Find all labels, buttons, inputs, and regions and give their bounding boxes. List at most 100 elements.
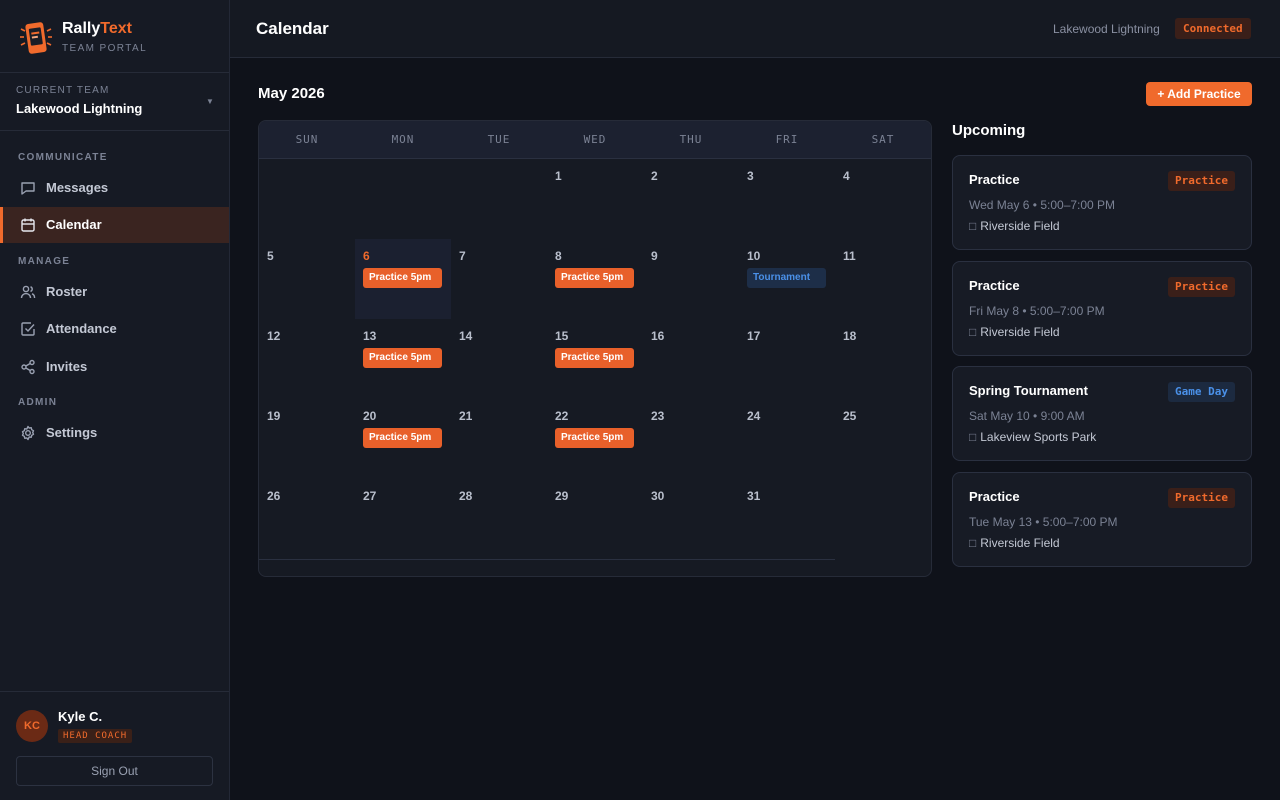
brand-subtitle: TEAM PORTAL [62,43,148,54]
calendar-day-18[interactable]: 18 [835,319,931,400]
calendar-day-28[interactable]: 28 [451,479,548,560]
calendar-day-8[interactable]: 8 Practice 5pm [547,239,644,320]
calendar-day-7[interactable]: 7 [451,239,548,320]
calendar-day-23[interactable]: 23 [643,399,740,480]
upcoming-title: Upcoming [952,122,1026,139]
calendar-day-6[interactable]: 6 Practice 5pm [355,239,452,320]
calendar-day-21[interactable]: 21 [451,399,548,480]
day-number: 29 [555,489,569,503]
day-number: 15 [555,329,569,343]
brand-name: RallyText [62,20,132,38]
calendar-day-4[interactable]: 4 [835,159,931,240]
calendar-day-19[interactable]: 19 [259,399,356,480]
upcoming-event-card[interactable]: Practice Practice Wed May 6 • 5:00–7:00 PM… [952,155,1252,250]
calendar-day-empty [355,159,452,240]
weekday-header: MON [391,133,415,146]
sidebar-item-calendar[interactable]: Calendar [0,207,229,243]
weekday-header: FRI [775,133,799,146]
calendar-day-2[interactable]: 2 [643,159,740,240]
calendar-day-3[interactable]: 3 [739,159,836,240]
sidebar-item-invites[interactable]: Invites [0,349,229,385]
check-square-icon [21,322,35,336]
day-number: 11 [843,249,856,263]
calendar-event-practice[interactable]: Practice 5pm [555,348,634,368]
brand-name-primary: Rally [62,20,101,37]
location-pin-icon: □ [969,219,977,233]
calendar-day-empty [835,479,931,560]
sidebar-item-label: Messages [46,180,109,195]
event-type-badge: Practice [1168,276,1235,297]
calendar-event-practice[interactable]: Practice 5pm [363,428,442,448]
sidebar-item-label: Settings [46,425,98,440]
user-role-badge: HEAD COACH [58,729,133,743]
calendar-day-30[interactable]: 30 [643,479,740,560]
sign-out-button[interactable]: Sign Out [16,756,213,786]
sidebar-item-label: Calendar [46,217,102,232]
avatar: KC [16,710,48,742]
day-number: 1 [555,169,562,183]
day-number: 22 [555,409,569,423]
brand: RallyText TEAM PORTAL [0,0,229,73]
calendar-event-game[interactable]: Tournament [747,268,826,288]
calendar-event-practice[interactable]: Practice 5pm [555,268,634,288]
day-number: 13 [363,329,377,343]
calendar-day-11[interactable]: 11 [835,239,931,320]
event-title: Practice [969,488,1020,504]
calendar-day-1[interactable]: 1 [547,159,644,240]
calendar-day-9[interactable]: 9 [643,239,740,320]
day-number: 14 [459,329,473,343]
calendar-day-26[interactable]: 26 [259,479,356,560]
upcoming-event-card[interactable]: Practice Practice Tue May 13 • 5:00–7:00 P… [952,471,1252,567]
calendar-day-15[interactable]: 15 Practice 5pm [547,319,644,400]
team-switcher-label: CURRENT TEAM [16,85,110,96]
chevron-down-icon: ▼ [206,97,214,106]
sidebar-item-label: Roster [46,284,88,299]
day-number: 30 [651,489,665,503]
event-location: □ Riverside Field [969,219,1060,233]
calendar-day-20[interactable]: 20 Practice 5pm [355,399,452,480]
event-type-badge: Game Day [1168,382,1235,402]
calendar-day-12[interactable]: 12 [259,319,356,400]
event-location: □ Lakeview Sports Park [969,430,1096,444]
day-number: 20 [363,409,377,423]
calendar-day-13[interactable]: 13 Practice 5pm [355,319,452,400]
calendar-day-empty [451,159,548,240]
add-practice-button[interactable]: + Add Practice [1146,82,1252,106]
page-title: Calendar [256,19,329,38]
event-location-text: Lakeview Sports Park [980,430,1097,444]
location-pin-icon: □ [969,430,977,444]
calendar-day-29[interactable]: 29 [547,479,644,560]
upcoming-event-card[interactable]: Spring Tournament Game Day Sat May 10 • 9:… [952,366,1252,461]
upcoming-event-card[interactable]: Practice Practice Fri May 8 • 5:00–7:00 PM… [952,260,1252,356]
calendar-day-31[interactable]: 31 [739,479,836,560]
day-number: 5 [267,249,274,263]
calendar-day-24[interactable]: 24 [739,399,836,480]
user-profile: KC Kyle C. HEAD COACH Sign Out [0,691,229,800]
calendar-day-27[interactable]: 27 [355,479,452,560]
calendar-event-practice[interactable]: Practice 5pm [555,428,634,448]
sidebar-item-roster[interactable]: Roster [0,274,229,310]
calendar-day-16[interactable]: 16 [643,319,740,400]
day-number: 9 [651,249,658,263]
calendar-weekday-header: SUN MON TUE WED THU FRI SAT [259,121,931,159]
team-switcher[interactable]: CURRENT TEAM Lakewood Lightning ▼ [0,73,229,131]
sidebar-item-settings[interactable]: Settings [0,415,229,451]
calendar-day-25[interactable]: 25 [835,399,931,480]
event-title: Spring Tournament [969,383,1088,398]
event-location-text: Riverside Field [980,219,1060,233]
calendar-event-practice[interactable]: Practice 5pm [363,348,442,368]
top-bar: Calendar Lakewood Lightning Connected [230,0,1280,58]
calendar-day-14[interactable]: 14 [451,319,548,400]
calendar-day-22[interactable]: 22 Practice 5pm [547,399,644,480]
calendar-day-17[interactable]: 17 [739,319,836,400]
calendar-day-empty [259,159,356,240]
day-number: 3 [747,169,754,183]
calendar-day-5[interactable]: 5 [259,239,356,320]
calendar-day-10[interactable]: 10 Tournament [739,239,836,320]
users-icon [20,285,36,299]
nav-section-communicate: COMMUNICATE [18,152,108,163]
sidebar-item-attendance[interactable]: Attendance [0,311,229,347]
calendar-event-practice[interactable]: Practice 5pm [363,268,442,288]
team-switcher-name: Lakewood Lightning [16,101,143,116]
sidebar-item-messages[interactable]: Messages [0,170,229,206]
